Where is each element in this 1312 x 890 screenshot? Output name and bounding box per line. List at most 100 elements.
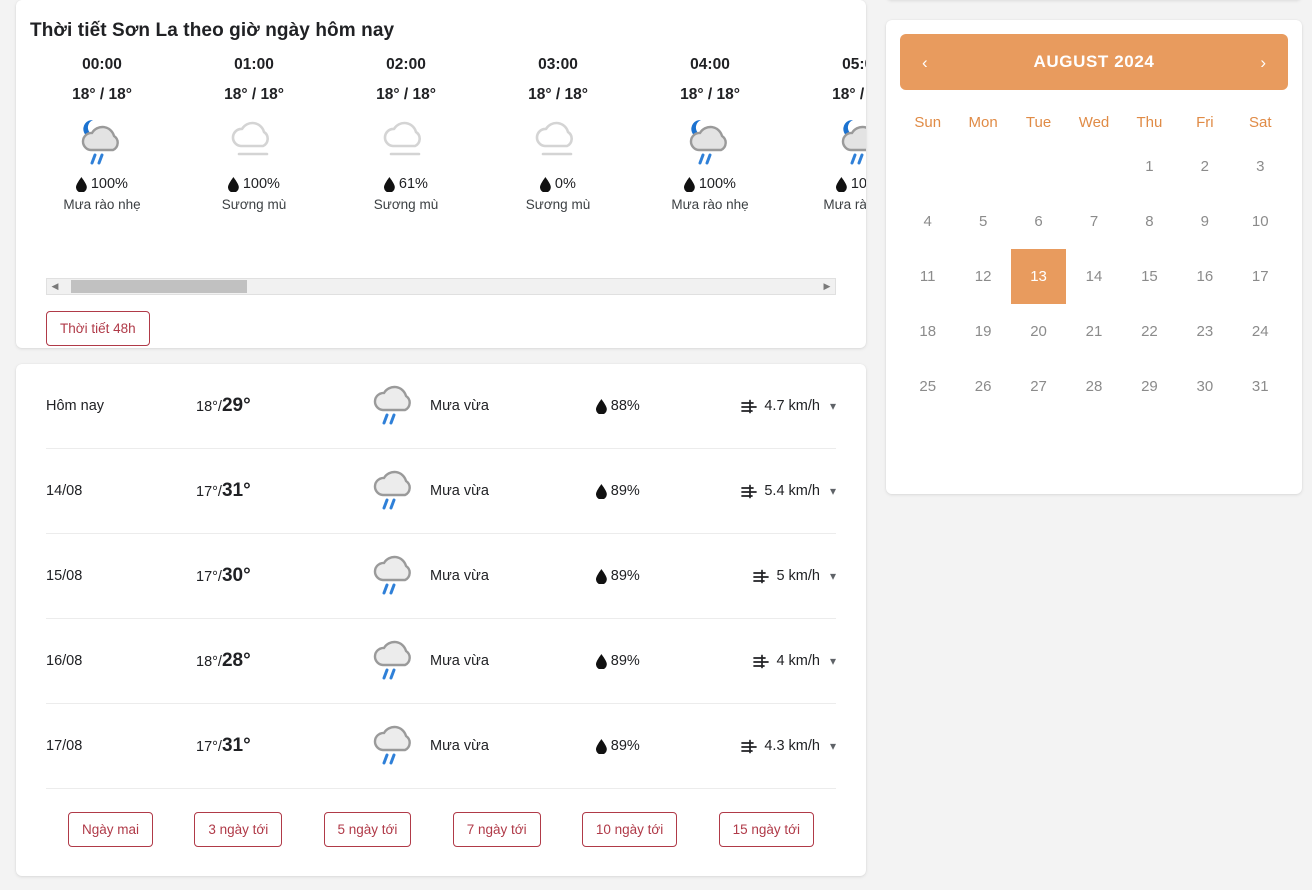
daily-forecast-row[interactable]: Hôm nay 18°/29° Mưa vừa 88% 4.7 km/h ▾ (46, 364, 836, 449)
forecast-range-button[interactable]: Ngày mai (68, 812, 154, 847)
daily-humidity: 89% (596, 568, 741, 584)
hourly-weather-icon (833, 110, 866, 172)
scrollbar-track[interactable] (63, 279, 819, 294)
hourly-time: 03:00 (538, 56, 578, 73)
hourly-precip-value: 100% (242, 176, 280, 192)
calendar-day[interactable]: 31 (1233, 359, 1288, 414)
daily-temperature: 17°/30° (196, 565, 366, 587)
daily-condition: Mưa vừa (366, 716, 596, 777)
calendar-dow-wed: Wed (1078, 114, 1110, 131)
calendar-day-selected[interactable]: 13 (1010, 249, 1067, 304)
calendar-day[interactable]: 12 (955, 249, 1010, 304)
hourly-scrollbar[interactable]: ◀ ▶ (46, 278, 836, 295)
calendar-week-row: 11 12 13 14 15 16 17 (900, 249, 1288, 304)
calendar-day[interactable]: 26 (955, 359, 1010, 414)
calendar-day[interactable]: 19 (955, 304, 1010, 359)
cloud-rain-icon (373, 470, 411, 509)
calendar-day[interactable]: 9 (1177, 194, 1232, 249)
calendar-dow-fri: Fri (1196, 114, 1214, 131)
calendar-day[interactable]: 27 (1011, 359, 1066, 414)
calendar-day[interactable]: 16 (1177, 249, 1232, 304)
daily-forecast-row[interactable]: 16/08 18°/28° Mưa vừa 89% 4 km/h ▾ (46, 619, 836, 704)
calendar-empty-cell (1066, 139, 1121, 194)
weather-page: Thời tiết Sơn La theo giờ ngày hôm nay 0… (0, 0, 1312, 890)
calendar-prev-month-button[interactable]: ‹ (922, 54, 928, 71)
forecast-range-button[interactable]: 7 ngày tới (452, 812, 541, 847)
calendar-day[interactable]: 21 (1066, 304, 1121, 359)
daily-wind-value: 5 km/h (776, 568, 820, 584)
scroll-left-arrow-icon[interactable]: ◀ (47, 281, 63, 292)
humidity-drop-icon (596, 483, 607, 499)
daily-forecast-row[interactable]: 14/08 17°/31° Mưa vừa 89% 5.4 km/h ▾ (46, 449, 836, 534)
calendar-day[interactable]: 8 (1122, 194, 1177, 249)
calendar-day[interactable]: 18 (900, 304, 955, 359)
calendar-day[interactable]: 24 (1233, 304, 1288, 359)
chevron-down-icon[interactable]: ▾ (830, 739, 836, 753)
calendar-day[interactable]: 6 (1011, 194, 1066, 249)
calendar-day[interactable]: 10 (1233, 194, 1288, 249)
cloud-rain-icon (373, 385, 411, 424)
daily-condition: Mưa vừa (366, 546, 596, 607)
forecast-range-button[interactable]: 3 ngày tới (194, 812, 283, 847)
daily-day-label: 14/08 (46, 483, 83, 499)
chevron-down-icon[interactable]: ▾ (830, 399, 836, 413)
daily-forecast-row[interactable]: 17/08 17°/31° Mưa vừa 89% 4.3 km/h ▾ (46, 704, 836, 789)
hourly-temp: 18° / 18° (224, 86, 284, 103)
daily-rows-container: Hôm nay 18°/29° Mưa vừa 88% 4.7 km/h ▾ 1… (46, 364, 836, 789)
hourly-precip-value: 100% (90, 176, 128, 192)
calendar-day[interactable]: 28 (1066, 359, 1121, 414)
calendar-empty-cell (955, 139, 1010, 194)
hourly-temp: 18° / 18° (376, 86, 436, 103)
calendar-card: ‹ AUGUST 2024 › Sun Mon Tue Wed Thu Fri Sat 12… (886, 20, 1302, 494)
hourly-precip-value: 0% (554, 176, 576, 192)
humidity-drop-icon (596, 738, 607, 754)
hourly-scroll-viewport[interactable]: 00:00 18° / 18° 100% Mưa rào nhẹ 01:00 18… (16, 56, 866, 234)
wind-icon (753, 654, 770, 668)
calendar-day[interactable]: 14 (1066, 249, 1121, 304)
hourly-precip-value: 100% (698, 176, 736, 192)
hourly-weather-icon (377, 110, 435, 172)
calendar-day[interactable]: 2 (1177, 139, 1232, 194)
calendar-day[interactable]: 20 (1011, 304, 1066, 359)
hourly-weather-icon (225, 110, 283, 172)
calendar-title: AUGUST 2024 (1033, 52, 1155, 71)
calendar-dow-sun: Sun (914, 114, 942, 131)
calendar-day[interactable]: 23 (1177, 304, 1232, 359)
daily-wind: 5 km/h ▾ (741, 568, 836, 584)
calendar-day[interactable]: 1 (1122, 139, 1177, 194)
daily-temp-low: 17°/ (196, 739, 222, 755)
daily-humidity-value: 89% (610, 738, 640, 754)
calendar-day[interactable]: 30 (1177, 359, 1232, 414)
calendar-next-month-button[interactable]: › (1260, 54, 1266, 71)
hourly-description: Mưa rào nhẹ (823, 197, 866, 212)
calendar-day[interactable]: 17 (1233, 249, 1288, 304)
calendar-day[interactable]: 3 (1233, 139, 1288, 194)
calendar-day[interactable]: 4 (900, 194, 955, 249)
chevron-down-icon[interactable]: ▾ (830, 654, 836, 668)
chevron-down-icon[interactable]: ▾ (830, 484, 836, 498)
chevron-down-icon[interactable]: ▾ (830, 569, 836, 583)
calendar-day[interactable]: 22 (1122, 304, 1177, 359)
calendar-day[interactable]: 7 (1066, 194, 1121, 249)
daily-forecast-card: Hôm nay 18°/29° Mưa vừa 88% 4.7 km/h ▾ 1… (16, 364, 866, 876)
scroll-right-arrow-icon[interactable]: ▶ (819, 281, 835, 292)
forecast-range-button[interactable]: 10 ngày tới (581, 812, 678, 847)
daily-humidity-value: 89% (610, 483, 640, 499)
calendar-day[interactable]: 29 (1122, 359, 1177, 414)
scrollbar-thumb[interactable] (71, 280, 247, 293)
calendar-day[interactable]: 5 (955, 194, 1010, 249)
calendar-day[interactable]: 15 (1122, 249, 1177, 304)
calendar-day[interactable]: 25 (900, 359, 955, 414)
daily-day-label: 17/08 (46, 738, 83, 754)
forecast-range-button[interactable]: 5 ngày tới (323, 812, 412, 847)
hourly-description: Sương mù (221, 197, 287, 212)
left-column: Thời tiết Sơn La theo giờ ngày hôm nay 0… (16, 0, 866, 890)
daily-temperature: 18°/29° (196, 395, 366, 417)
weather-48h-button[interactable]: Thời tiết 48h (46, 311, 150, 346)
daily-forecast-row[interactable]: 15/08 17°/30° Mưa vừa 89% 5 km/h ▾ (46, 534, 836, 619)
forecast-range-button[interactable]: 15 ngày tới (718, 812, 814, 847)
hourly-description: Mưa rào nhẹ (671, 197, 749, 212)
wind-icon (741, 399, 758, 413)
hourly-item: 02:00 18° / 18° 61% Sương mù (330, 56, 482, 212)
calendar-day[interactable]: 11 (900, 249, 955, 304)
